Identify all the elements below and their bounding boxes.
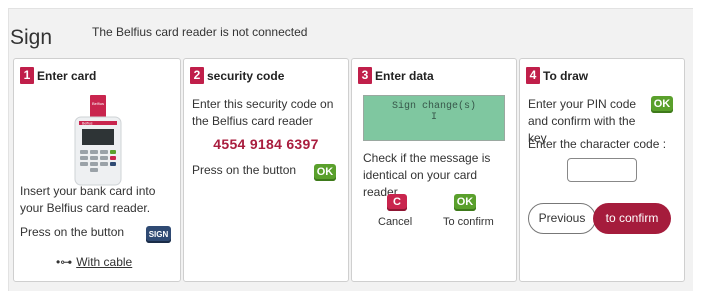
step-to-draw: 4 To draw Enter your PIN code and confir…: [519, 58, 685, 282]
step-security-code: 2 security code Enter this security code…: [183, 58, 349, 282]
step-title: Enter card: [37, 68, 97, 83]
card-logo-text: Belfius: [92, 101, 104, 106]
cancel-key-icon: C: [387, 194, 407, 211]
step-enter-data: 3 Enter data Sign change(s) I Check if t…: [351, 58, 517, 282]
step-number: 2: [190, 67, 204, 84]
step-title: Enter data: [375, 68, 434, 83]
step-number: 4: [526, 67, 540, 84]
step-heading: 1 Enter card: [20, 67, 96, 84]
cancel-label: Cancel: [378, 216, 413, 228]
security-code-value: 4554 9184 6397: [213, 136, 319, 152]
security-code-instruction: Enter this security code on the Belfius …: [192, 97, 334, 128]
step-title: security code: [207, 68, 285, 83]
display-line-1: Sign change(s): [391, 101, 476, 112]
check-message-instruction: Check if the message is identical on you…: [363, 151, 491, 199]
sign-key-icon: SIGN: [146, 226, 171, 243]
insert-card-instruction: Insert your bank card into your Belfius …: [20, 184, 156, 215]
ok-key-icon: OK: [651, 96, 673, 113]
press-button-label: Press on the button: [20, 225, 125, 239]
step-number: 3: [358, 67, 372, 84]
with-cable-link[interactable]: •⊶ With cable: [56, 255, 132, 269]
card-reader-icon: Belfius Belfius: [74, 95, 122, 186]
step-heading: 4 To draw: [526, 67, 588, 84]
step-enter-card: 1 Enter card Belfius Belfius Insert your…: [13, 58, 181, 282]
page-title: Sign: [10, 26, 53, 49]
reader-display: Sign change(s) I: [363, 95, 505, 141]
ok-key-icon: OK: [454, 194, 476, 211]
reader-status: The Belfius card reader is not connected: [92, 25, 308, 39]
character-code-input[interactable]: [567, 158, 637, 182]
step-heading: 2 security code: [190, 67, 284, 84]
usb-icon: •⊶: [56, 255, 73, 269]
with-cable-label: With cable: [76, 255, 133, 269]
step-heading: 3 Enter data: [358, 67, 434, 84]
character-code-label: Enter the character code :: [528, 137, 667, 151]
step-title: To draw: [543, 68, 589, 83]
step-number: 1: [20, 67, 34, 84]
previous-button[interactable]: Previous: [528, 203, 596, 234]
confirm-button[interactable]: to confirm: [593, 203, 671, 234]
press-button-label: Press on the button: [192, 163, 297, 177]
display-line-2: I: [430, 112, 437, 123]
reader-logo-text: Belfius: [82, 122, 93, 126]
ok-key-icon: OK: [314, 164, 336, 181]
confirm-label: To confirm: [443, 216, 494, 228]
